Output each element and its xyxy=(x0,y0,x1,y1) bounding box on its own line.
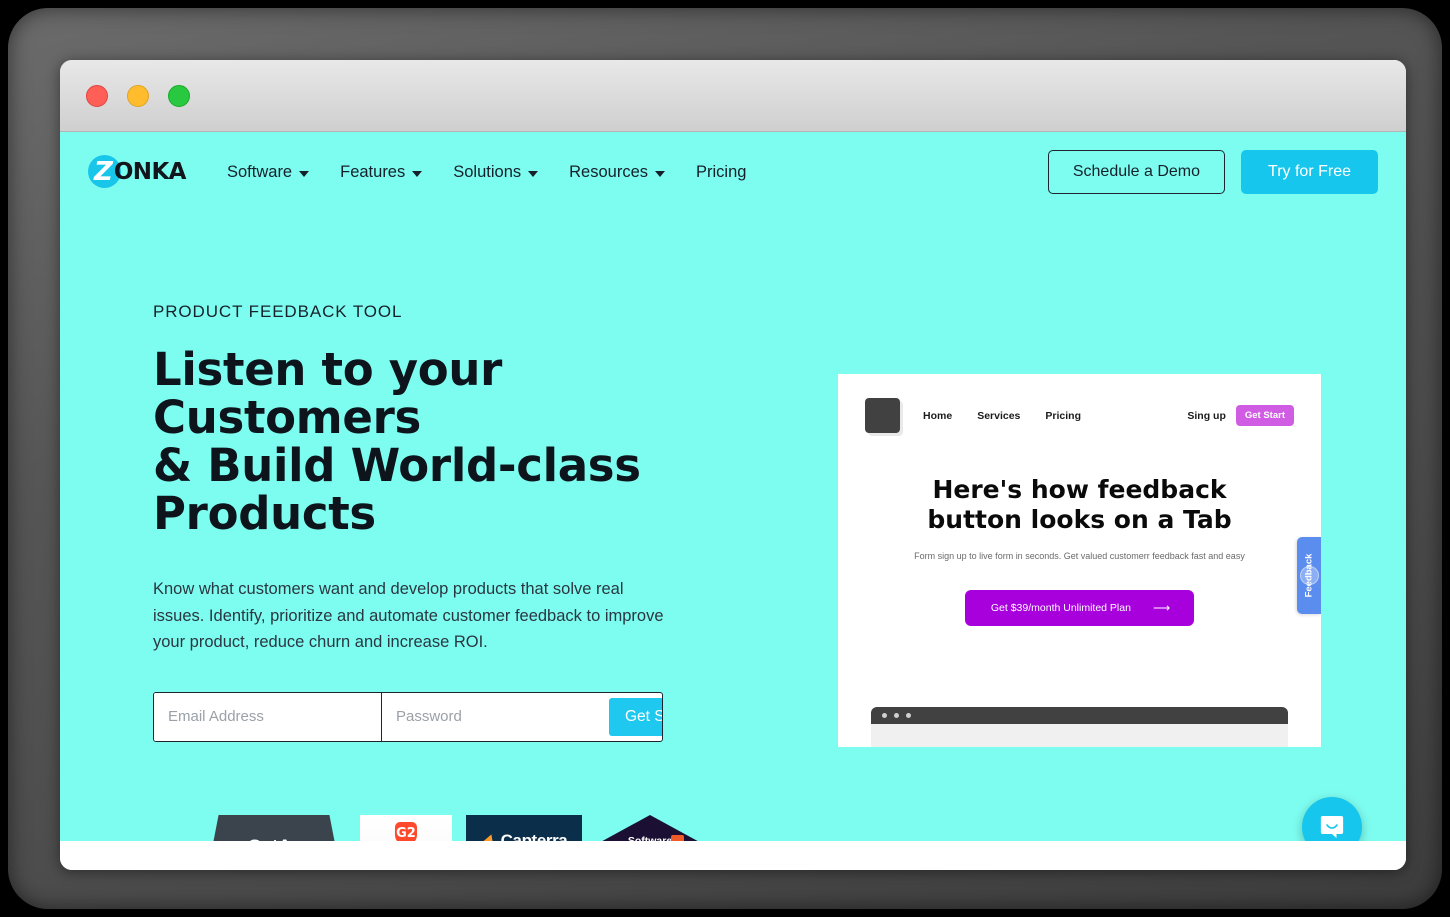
mockup-plan-cta-label: Get $39/month Unlimited Plan xyxy=(990,602,1131,614)
mockup-logo-placeholder xyxy=(865,398,900,433)
nav-item-pricing[interactable]: Pricing xyxy=(696,163,746,182)
nav-item-solutions-label: Solutions xyxy=(453,162,522,181)
page-title: Listen to your Customers & Build World-c… xyxy=(153,346,753,538)
intercom-chat-launcher[interactable] xyxy=(1302,797,1362,841)
maximize-window-button[interactable] xyxy=(168,84,190,107)
chat-bubble-icon xyxy=(1320,816,1344,839)
nav-item-resources-label: Resources xyxy=(569,162,649,181)
page-bottom-strip xyxy=(60,841,1406,870)
mockup-hero: Here's how feedback button looks on a Ta… xyxy=(838,433,1321,626)
nav-item-pricing-label: Pricing xyxy=(696,162,747,181)
product-mockup: Home Services Pricing Sing up Get Start … xyxy=(838,374,1321,747)
navbar-actions: Schedule a Demo Try for Free xyxy=(1047,150,1378,194)
hero-text-column: PRODUCT FEEDBACK TOOL Listen to your Cus… xyxy=(153,302,753,742)
mockup-nav-pricing: Pricing xyxy=(1045,409,1081,422)
mockup-mini-browser xyxy=(871,707,1288,747)
nav-item-solutions[interactable]: Solutions xyxy=(453,162,539,182)
badge-getapp: GetApp CATEGORY LEADERS 2022 xyxy=(208,815,346,841)
mockup-feedback-tab: Feedback xyxy=(1297,537,1321,614)
site-navbar: Z ONKA Software Features Solutions Resou… xyxy=(60,132,1406,212)
nav-item-features[interactable]: Features xyxy=(340,162,423,182)
badge-g2: G2 High Performer WINTER 2022 xyxy=(360,815,452,841)
traffic-lights xyxy=(86,84,190,107)
hero-subtitle: Know what customers want and develop pro… xyxy=(153,580,664,651)
schedule-demo-button[interactable]: Schedule a Demo xyxy=(1047,150,1226,194)
hero-title-line-1: Listen to your Customers xyxy=(153,343,502,444)
badge-getapp-brand: GetApp xyxy=(247,837,314,841)
badge-software-advice: Software Advice FRONT RUNNERS 2022 xyxy=(596,815,710,841)
mockup-nav-links: Home Services Pricing xyxy=(923,410,1081,422)
hero-title-line-3: Products xyxy=(153,487,376,540)
mockup-mini-browser-titlebar xyxy=(871,707,1288,724)
chevron-down-icon xyxy=(655,170,666,177)
mockup-headline-line-2: button looks on a Tab xyxy=(927,505,1232,534)
mini-browser-dot-icon xyxy=(882,713,887,718)
mockup-subtext: Form sign up to live form in seconds. Ge… xyxy=(914,551,1245,561)
browser-window: Z ONKA Software Features Solutions Resou… xyxy=(60,60,1406,870)
nav-item-software[interactable]: Software xyxy=(227,162,310,182)
mockup-get-start-button: Get Start xyxy=(1235,405,1294,426)
mockup-navbar: Home Services Pricing Sing up Get Start xyxy=(838,374,1321,433)
primary-navigation: Software Features Solutions Resources Pr… xyxy=(227,163,746,182)
hero-title-line-2: & Build World-class xyxy=(153,439,641,492)
chevron-down-icon xyxy=(528,170,539,177)
software-advice-bubble-icon xyxy=(671,835,684,841)
capterra-logo: Capterra xyxy=(478,831,568,841)
mockup-nav-services: Services xyxy=(977,409,1021,422)
mockup-nav-actions: Sing up Get Start xyxy=(1187,405,1294,426)
chevron-down-icon xyxy=(412,170,423,177)
getapp-logo: GetApp xyxy=(234,837,314,841)
minimize-window-button[interactable] xyxy=(127,84,149,107)
mini-browser-dot-icon xyxy=(906,713,911,718)
logo-wordmark: ONKA xyxy=(113,158,187,185)
nav-item-features-label: Features xyxy=(340,162,406,181)
chevron-down-icon xyxy=(299,170,310,177)
mockup-headline: Here's how feedback button looks on a Ta… xyxy=(874,475,1285,535)
mockup-nav-home: Home xyxy=(923,409,953,422)
hero-eyebrow: PRODUCT FEEDBACK TOOL xyxy=(153,302,403,321)
logo-mark-letter: Z xyxy=(94,157,113,187)
signup-form: Get Started xyxy=(153,691,663,742)
mockup-signup-link: Sing up xyxy=(1187,409,1226,422)
award-badges: GetApp CATEGORY LEADERS 2022 G2 High Per… xyxy=(208,815,710,841)
nav-item-software-label: Software xyxy=(227,162,293,181)
mockup-feedback-tab-label: Feedback xyxy=(1303,553,1315,598)
mini-browser-dot-icon xyxy=(894,713,899,718)
browser-titlebar xyxy=(60,60,1406,132)
email-input[interactable] xyxy=(154,692,382,741)
password-input[interactable] xyxy=(382,692,609,741)
page-content: Z ONKA Software Features Solutions Resou… xyxy=(60,132,1406,841)
badge-capterra: Capterra SHORTLIST 2022 xyxy=(466,815,582,841)
get-started-button[interactable]: Get Started xyxy=(609,697,662,736)
device-bezel: Z ONKA Software Features Solutions Resou… xyxy=(8,8,1442,909)
close-window-button[interactable] xyxy=(86,84,108,107)
nav-item-resources[interactable]: Resources xyxy=(569,162,666,182)
badge-capterra-brand: Capterra xyxy=(500,831,568,841)
mockup-plan-cta-button: Get $39/month Unlimited Plan ⟶ xyxy=(964,590,1195,626)
badge-sa-brand-line1: Software xyxy=(627,835,673,841)
arrow-right-icon: ⟶ xyxy=(1152,601,1170,615)
mockup-headline-line-1: Here's how feedback xyxy=(932,475,1227,504)
capterra-triangle-icon xyxy=(478,831,499,841)
try-for-free-button[interactable]: Try for Free xyxy=(1241,150,1378,194)
zonka-logo[interactable]: Z ONKA xyxy=(88,154,186,190)
g2-logo-icon: G2 xyxy=(395,822,417,841)
